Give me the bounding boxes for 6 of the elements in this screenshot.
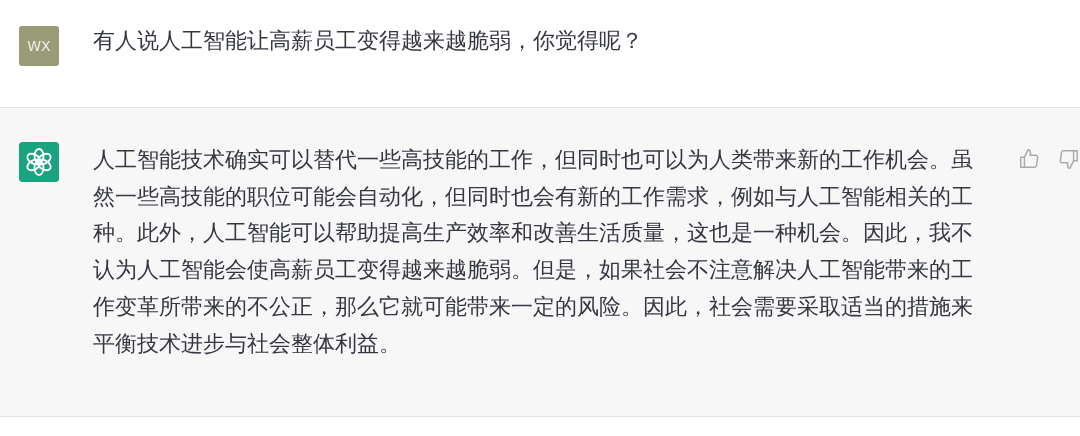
question-text: 有人说人工智能让高薪员工变得越来越脆弱，你觉得呢？ (93, 27, 644, 55)
thumbs-up-icon[interactable] (1018, 148, 1040, 170)
user-avatar: WX (19, 26, 59, 66)
answer-text: 人工智能技术确实可以替代一些高技能的工作，但同时也可以为人类带来新的工作机会。虽然一些高技能的职位可能会自动化，但同时也会有新的工作需求，例如与人工智能相关的工种。此外，人工智能可以帮助提高生产效率和改善生活质量，这也是一种机会。因此，我不认为人工智能会使高薪员工变得越来越脆弱。但是，如果社会不注意解决人工智能带来的工作变革所带来的不公正，那么它就可能带来一定的风险。因此，社会需要采取适当的措施来平衡技术进步与社会整体利益。 (93, 146, 974, 358)
knot-logo-icon (19, 142, 59, 182)
thumbs-down-icon[interactable] (1058, 148, 1080, 170)
